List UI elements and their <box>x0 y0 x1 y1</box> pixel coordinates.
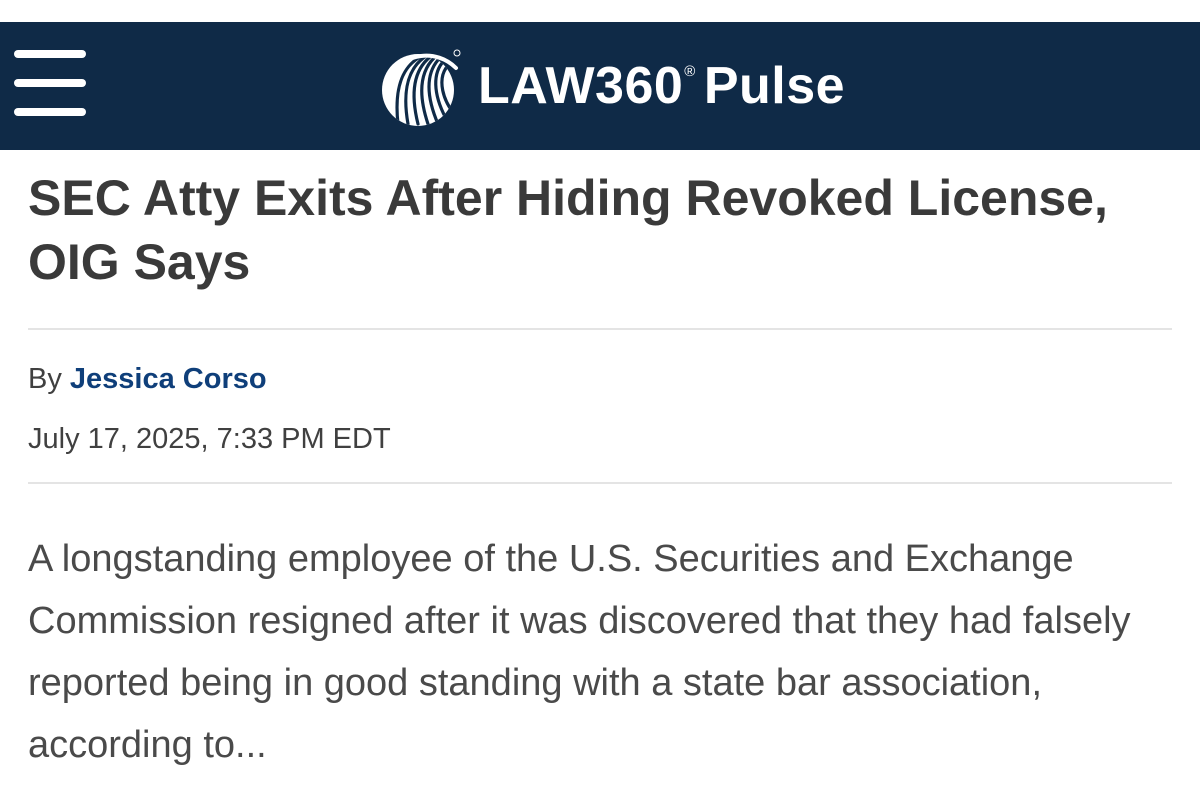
byline-prefix: By <box>28 363 62 395</box>
hamburger-icon-bar <box>14 79 86 87</box>
brand-logo-link[interactable]: LAW360 ® Pulse <box>378 36 845 136</box>
brand-name: LAW360 <box>478 57 684 115</box>
author-link[interactable]: Jessica Corso <box>70 363 267 395</box>
brand-suffix: Pulse <box>703 57 846 115</box>
article: SEC Atty Exits After Hiding Revoked Lice… <box>28 150 1172 805</box>
site-header: LAW360 ® Pulse <box>0 22 1200 150</box>
brand-wordmark: LAW360 ® Pulse <box>478 60 845 112</box>
hamburger-icon-bar <box>14 108 86 116</box>
registered-mark: ® <box>684 63 696 80</box>
article-dateline: July 17, 2025, 7:33 PM EDT <box>28 423 391 455</box>
top-strip <box>0 0 1200 22</box>
divider <box>28 482 1172 484</box>
globe-logo-icon <box>382 49 461 126</box>
menu-button[interactable] <box>14 48 86 118</box>
article-summary: A longstanding employee of the U.S. Secu… <box>28 538 1131 766</box>
article-headline: SEC Atty Exits After Hiding Revoked Lice… <box>28 170 1108 290</box>
page: LAW360 ® Pulse SEC Atty Exits After Hiding… <box>0 0 1200 805</box>
hamburger-icon <box>14 50 86 58</box>
divider <box>28 328 1172 330</box>
byline: By Jessica Corso <box>28 362 1172 396</box>
